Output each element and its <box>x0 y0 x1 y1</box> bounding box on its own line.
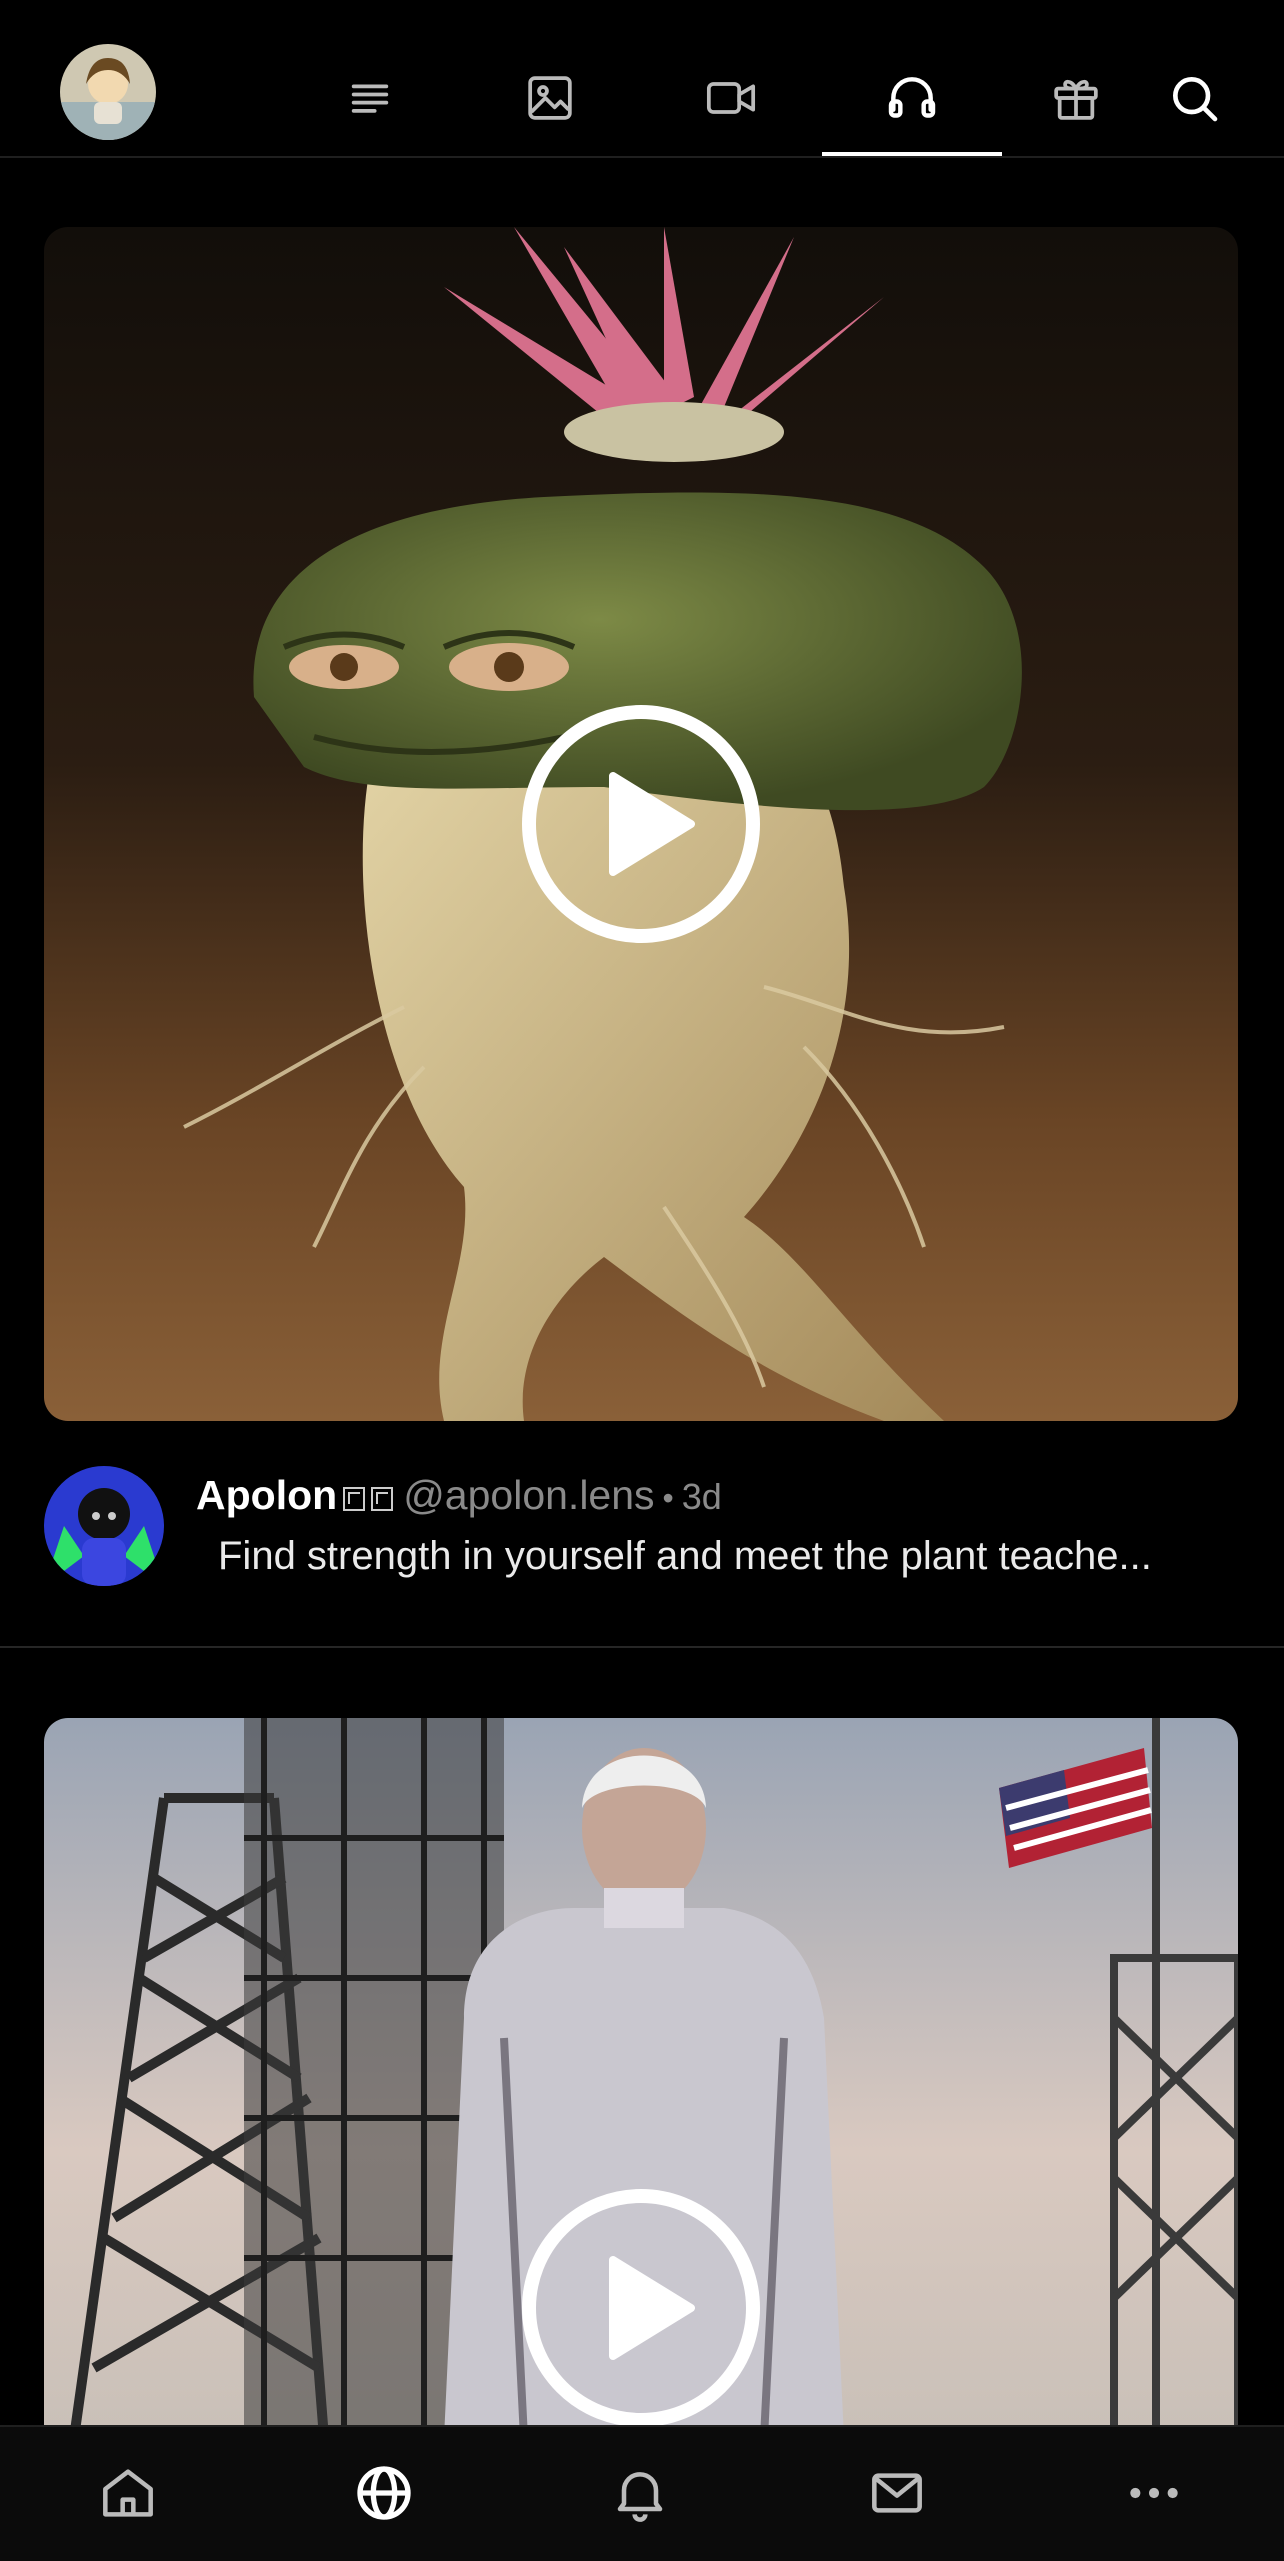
mail-icon <box>872 2473 922 2513</box>
post-media-video[interactable] <box>44 1718 1238 2438</box>
more-icon <box>1130 2487 1178 2499</box>
bell-icon <box>617 2472 663 2522</box>
nav-home[interactable] <box>68 2453 188 2533</box>
bottom-nav <box>0 2425 1284 2561</box>
author-avatar[interactable] <box>44 1466 164 1586</box>
author-handle[interactable]: @apolon.lens <box>403 1472 654 1518</box>
tab-images[interactable] <box>460 40 640 156</box>
nav-notifications[interactable] <box>580 2453 700 2533</box>
tab-posts[interactable] <box>280 40 460 156</box>
author-name[interactable]: Apolon <box>196 1472 337 1518</box>
post-media-video[interactable] <box>44 227 1238 1421</box>
verified-badge-icon <box>371 1487 394 1511</box>
headphones-icon <box>888 77 936 118</box>
globe-icon <box>357 2466 411 2520</box>
active-tab-indicator <box>822 152 1002 156</box>
home-icon <box>103 2469 153 2517</box>
image-icon <box>528 76 572 120</box>
post-text[interactable]: Find strength in yourself and meet the p… <box>218 1534 1278 1579</box>
tab-videos[interactable] <box>641 40 821 156</box>
video-icon <box>706 82 756 114</box>
tab-audio[interactable] <box>822 40 1002 156</box>
post-time: 3d <box>681 1476 722 1517</box>
post-header: Apolon @apolon.lens • 3d Find strength in y… <box>44 1466 1244 1596</box>
post-divider <box>0 1646 1284 1648</box>
search-button[interactable] <box>1104 40 1284 156</box>
play-icon[interactable] <box>521 704 761 944</box>
nav-more[interactable] <box>1094 2453 1214 2533</box>
gift-icon <box>1054 79 1098 120</box>
profile-avatar[interactable] <box>60 44 156 140</box>
verified-badge-icon <box>343 1487 366 1511</box>
play-icon[interactable] <box>521 2188 761 2428</box>
nav-explore[interactable] <box>324 2453 444 2533</box>
search-icon <box>1173 77 1218 122</box>
separator-dot: • <box>662 1480 674 1516</box>
post-author-line: Apolon @apolon.lens • 3d <box>196 1472 722 1519</box>
feed-text-icon <box>351 84 389 113</box>
top-bar <box>0 0 1284 158</box>
nav-messages[interactable] <box>837 2453 957 2533</box>
